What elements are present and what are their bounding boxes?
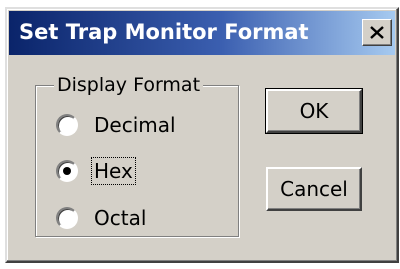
close-icon [370, 26, 384, 39]
radio-button-decimal[interactable] [56, 114, 78, 136]
radio-selected-dot [63, 167, 71, 175]
display-format-group: Display Format Decimal Hex Octal [35, 74, 239, 237]
display-format-label: Display Format [54, 74, 204, 96]
radio-hex[interactable]: Hex [56, 156, 136, 186]
title-bar[interactable]: Set Trap Monitor Format [9, 11, 395, 55]
radio-button-octal[interactable] [56, 207, 78, 229]
dialog-title: Set Trap Monitor Format [19, 20, 309, 44]
close-button[interactable] [362, 19, 392, 46]
cancel-button[interactable]: Cancel [266, 167, 362, 211]
radio-button-hex[interactable] [56, 160, 78, 182]
radio-label-octal: Octal [94, 206, 147, 230]
set-trap-monitor-format-dialog: Set Trap Monitor Format Display Format D… [5, 7, 399, 263]
radio-octal[interactable]: Octal [56, 203, 148, 233]
ok-button[interactable]: OK [265, 88, 363, 134]
radio-decimal[interactable]: Decimal [56, 110, 178, 140]
radio-label-hex: Hex [91, 157, 136, 185]
radio-label-decimal: Decimal [94, 113, 176, 137]
